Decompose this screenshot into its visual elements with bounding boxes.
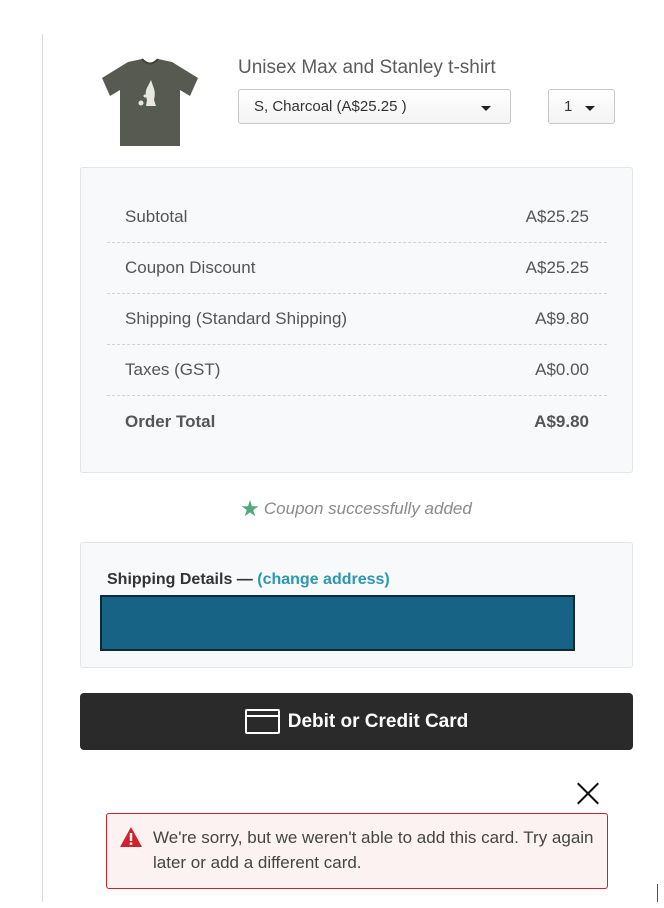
summary-row-taxes: Taxes (GST) A$0.00	[107, 345, 607, 396]
error-message: We're sorry, but we weren't able to add …	[153, 828, 594, 872]
debit-credit-card-button[interactable]: Debit or Credit Card	[80, 693, 633, 750]
scrollbar-tick	[657, 884, 658, 902]
summary-label: Coupon Discount	[125, 258, 256, 277]
summary-row-order-total: Order Total A$9.80	[107, 396, 607, 447]
summary-value: A$25.25	[525, 258, 589, 277]
product-name: Unisex Max and Stanley t-shirt	[238, 57, 496, 78]
chevron-down-icon	[481, 106, 491, 111]
error-alert: We're sorry, but we weren't able to add …	[106, 813, 608, 889]
summary-label: Taxes (GST)	[125, 360, 221, 379]
coupon-text: Coupon successfully added	[263, 499, 472, 518]
redacted-address-block	[100, 595, 575, 651]
order-total-label: Order Total	[125, 411, 216, 431]
summary-label: Shipping (Standard Shipping)	[125, 309, 348, 328]
summary-value: A$9.80	[535, 309, 589, 328]
star-icon: ★	[240, 496, 260, 521]
quantity-select-value: 1	[564, 98, 573, 115]
summary-row-shipping: Shipping (Standard Shipping) A$9.80	[107, 294, 607, 345]
shipping-heading-label: Shipping Details —	[107, 571, 253, 588]
coupon-message: ★ Coupon successfully added	[0, 496, 664, 522]
left-border-rule	[42, 34, 43, 902]
summary-row-coupon-discount: Coupon Discount A$25.25	[107, 243, 607, 294]
payment-button-label: Debit or Credit Card	[287, 710, 469, 732]
order-summary: Subtotal A$25.25 Coupon Discount A$25.25…	[80, 167, 633, 473]
tshirt-thumbnail-icon	[102, 58, 198, 146]
warning-icon	[120, 827, 142, 847]
summary-label: Subtotal	[125, 207, 188, 226]
summary-row-subtotal: Subtotal A$25.25	[107, 192, 607, 243]
order-total-value: A$9.80	[534, 411, 589, 431]
chevron-down-icon	[585, 106, 595, 111]
quantity-select[interactable]: 1	[548, 89, 615, 124]
summary-value: A$25.25	[525, 207, 589, 226]
shipping-heading: Shipping Details — (change address)	[107, 571, 390, 589]
variant-select[interactable]: S, Charcoal (A$25.25 )	[238, 89, 511, 124]
change-address-link[interactable]: (change address)	[257, 571, 389, 588]
variant-select-value: S, Charcoal (A$25.25 )	[254, 98, 407, 115]
summary-value: A$0.00	[535, 360, 589, 379]
close-icon[interactable]	[573, 778, 603, 808]
credit-card-icon	[244, 709, 280, 734]
shipping-details: Shipping Details — (change address)	[80, 542, 633, 668]
